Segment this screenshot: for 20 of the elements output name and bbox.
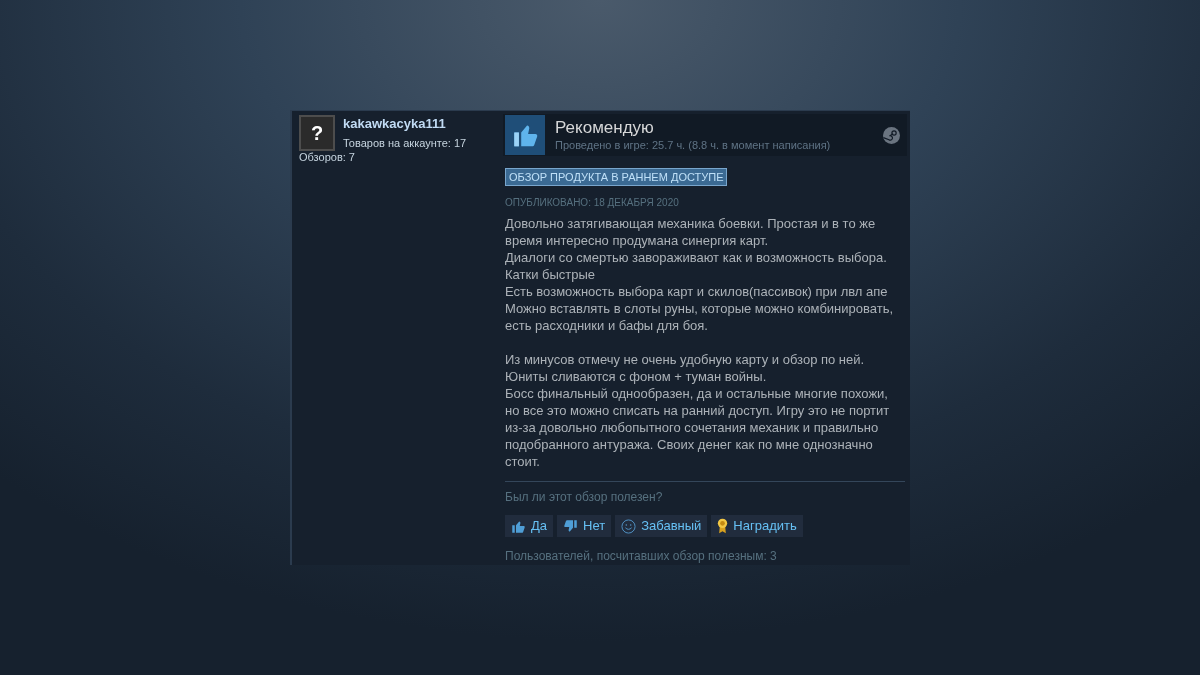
yes-vote-button[interactable]: Да (505, 515, 554, 537)
smiley-icon (621, 518, 637, 534)
review-paragraph: Из минусов отмечу не очень удобную карту и обзор по ней. Юниты сливаются с фоном + туман войны. Босс финальный однообразен, да и остальные многие похожи, но все это можно списать на ранний доступ. Игру это не портит из-за довольно любопытного сочетания механик и правильно подобранного антуража. Своих денег как по мне однозначно стоит. (505, 351, 891, 470)
products-owned-link[interactable]: Товаров на аккаунте: 17 (343, 136, 467, 150)
username-link[interactable]: kakawkacyka111 (343, 116, 467, 132)
avatar[interactable]: ? (299, 115, 335, 151)
award-vote-button[interactable]: Наградить (711, 515, 803, 537)
thumbs-down-icon (563, 518, 579, 534)
award-ribbon-icon (717, 518, 729, 534)
helpful-count: Пользователей, посчитавших обзор полезным: 3 (505, 549, 778, 563)
no-vote-button[interactable]: Нет (557, 515, 612, 537)
early-access-badge: ОБЗОР ПРОДУКТА В РАННЕМ ДОСТУПЕ (505, 168, 728, 186)
funny-vote-button[interactable]: Забавный (615, 515, 708, 537)
review-count-link[interactable]: Обзоров: 7 (299, 150, 355, 164)
helpful-question: Был ли этот обзор полезен? (505, 490, 664, 504)
playtime-text: Проведено в игре: 25.7 ч. (8.8 ч. в момент написания) (555, 138, 831, 152)
review-paragraph: Довольно затягивающая механика боевки. Простая и в то же время интересно продумана синергия карт. Диалоги со смертью завораживают как и возможность выбора. Катки быстрые Есть возможность выбора карт и скилов(пассивок) при лвл апе Можно вставлять в слоты руны, которые можно комбинировать, есть расходники и бафы для боя. (505, 215, 895, 334)
verdict-title: Рекомендую (555, 118, 655, 138)
logo-icon (883, 126, 900, 144)
posted-date: ОПУБЛИКОВАНО: 18 ДЕКАБРЯ 2020 (505, 197, 680, 209)
